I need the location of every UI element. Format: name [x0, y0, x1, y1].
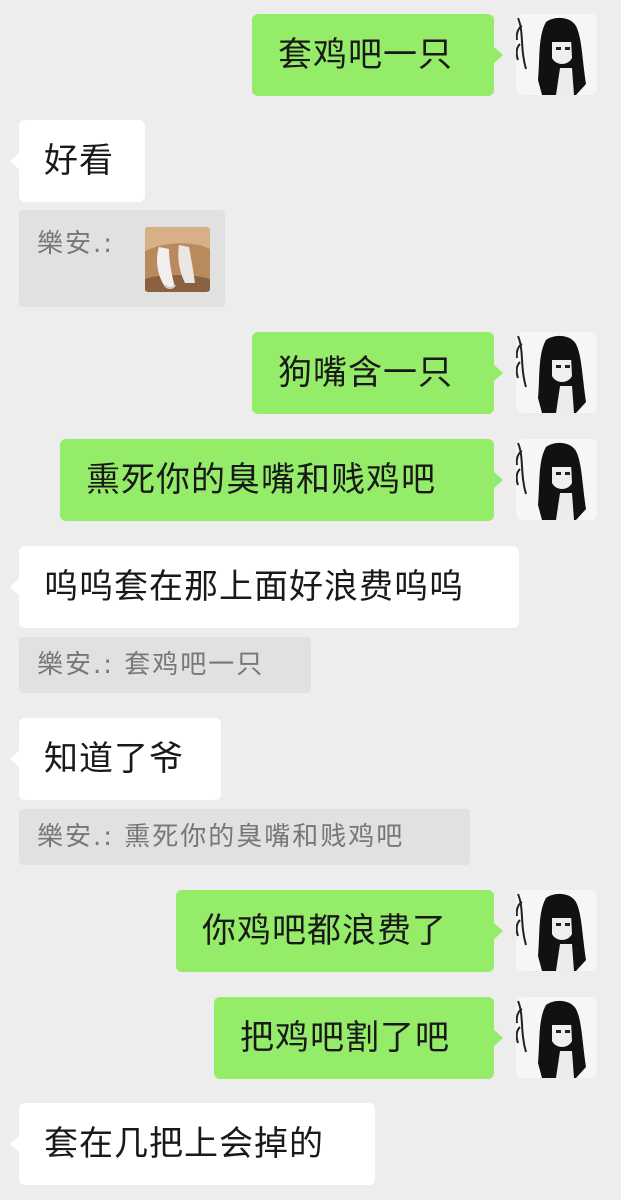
- message-text: 把鸡吧割了吧: [240, 1018, 450, 1058]
- quote-text: 套鸡吧一只: [124, 650, 265, 680]
- avatar[interactable]: [516, 890, 597, 971]
- quote-sender: 樂安.:: [37, 229, 115, 259]
- message-text: 你鸡吧都浪费了: [202, 911, 447, 951]
- chat-area[interactable]: 套鸡吧一只 好看 樂安.: 狗嘴含一只 熏死你的臭嘴和贱鸡吧 呜呜套在那上面好浪…: [0, 0, 621, 1200]
- anime-girl-avatar-icon: [516, 439, 597, 520]
- quoted-reply[interactable]: 樂安.: 套鸡吧一只: [19, 637, 311, 693]
- anime-girl-avatar-icon: [516, 332, 597, 413]
- quoted-reply[interactable]: 樂安.:: [19, 210, 225, 307]
- outgoing-message[interactable]: 把鸡吧割了吧: [214, 997, 503, 1079]
- outgoing-message[interactable]: 熏死你的臭嘴和贱鸡吧: [60, 439, 503, 521]
- quoted-reply[interactable]: 樂安.: 熏死你的臭嘴和贱鸡吧: [19, 809, 470, 865]
- incoming-message[interactable]: 呜呜套在那上面好浪费呜呜: [10, 546, 519, 628]
- quote-text: 熏死你的臭嘴和贱鸡吧: [124, 822, 405, 852]
- quote-sender: 樂安.:: [37, 650, 115, 680]
- avatar[interactable]: [516, 14, 597, 95]
- message-text: 好看: [44, 141, 114, 181]
- outgoing-message[interactable]: 套鸡吧一只: [252, 14, 503, 96]
- outgoing-message[interactable]: 狗嘴含一只: [252, 332, 503, 414]
- message-text: 狗嘴含一只: [278, 353, 453, 393]
- message-text: 熏死你的臭嘴和贱鸡吧: [86, 460, 436, 500]
- avatar[interactable]: [516, 439, 597, 520]
- message-text: 套鸡吧一只: [278, 35, 453, 75]
- avatar[interactable]: [516, 332, 597, 413]
- incoming-message[interactable]: 好看: [10, 120, 145, 202]
- outgoing-message[interactable]: 你鸡吧都浪费了: [176, 890, 503, 972]
- anime-girl-avatar-icon: [516, 890, 597, 971]
- anime-girl-avatar-icon: [516, 14, 597, 95]
- incoming-message[interactable]: 知道了爷: [10, 718, 221, 800]
- message-text: 套在几把上会掉的: [44, 1124, 324, 1164]
- photo-thumbnail-icon[interactable]: [145, 227, 210, 292]
- quote-sender: 樂安.:: [37, 822, 115, 852]
- feet-photo-image: [145, 227, 210, 292]
- incoming-message[interactable]: 套在几把上会掉的: [10, 1103, 375, 1185]
- message-text: 呜呜套在那上面好浪费呜呜: [44, 567, 464, 607]
- avatar[interactable]: [516, 997, 597, 1078]
- anime-girl-avatar-icon: [516, 997, 597, 1078]
- message-text: 知道了爷: [44, 739, 184, 779]
